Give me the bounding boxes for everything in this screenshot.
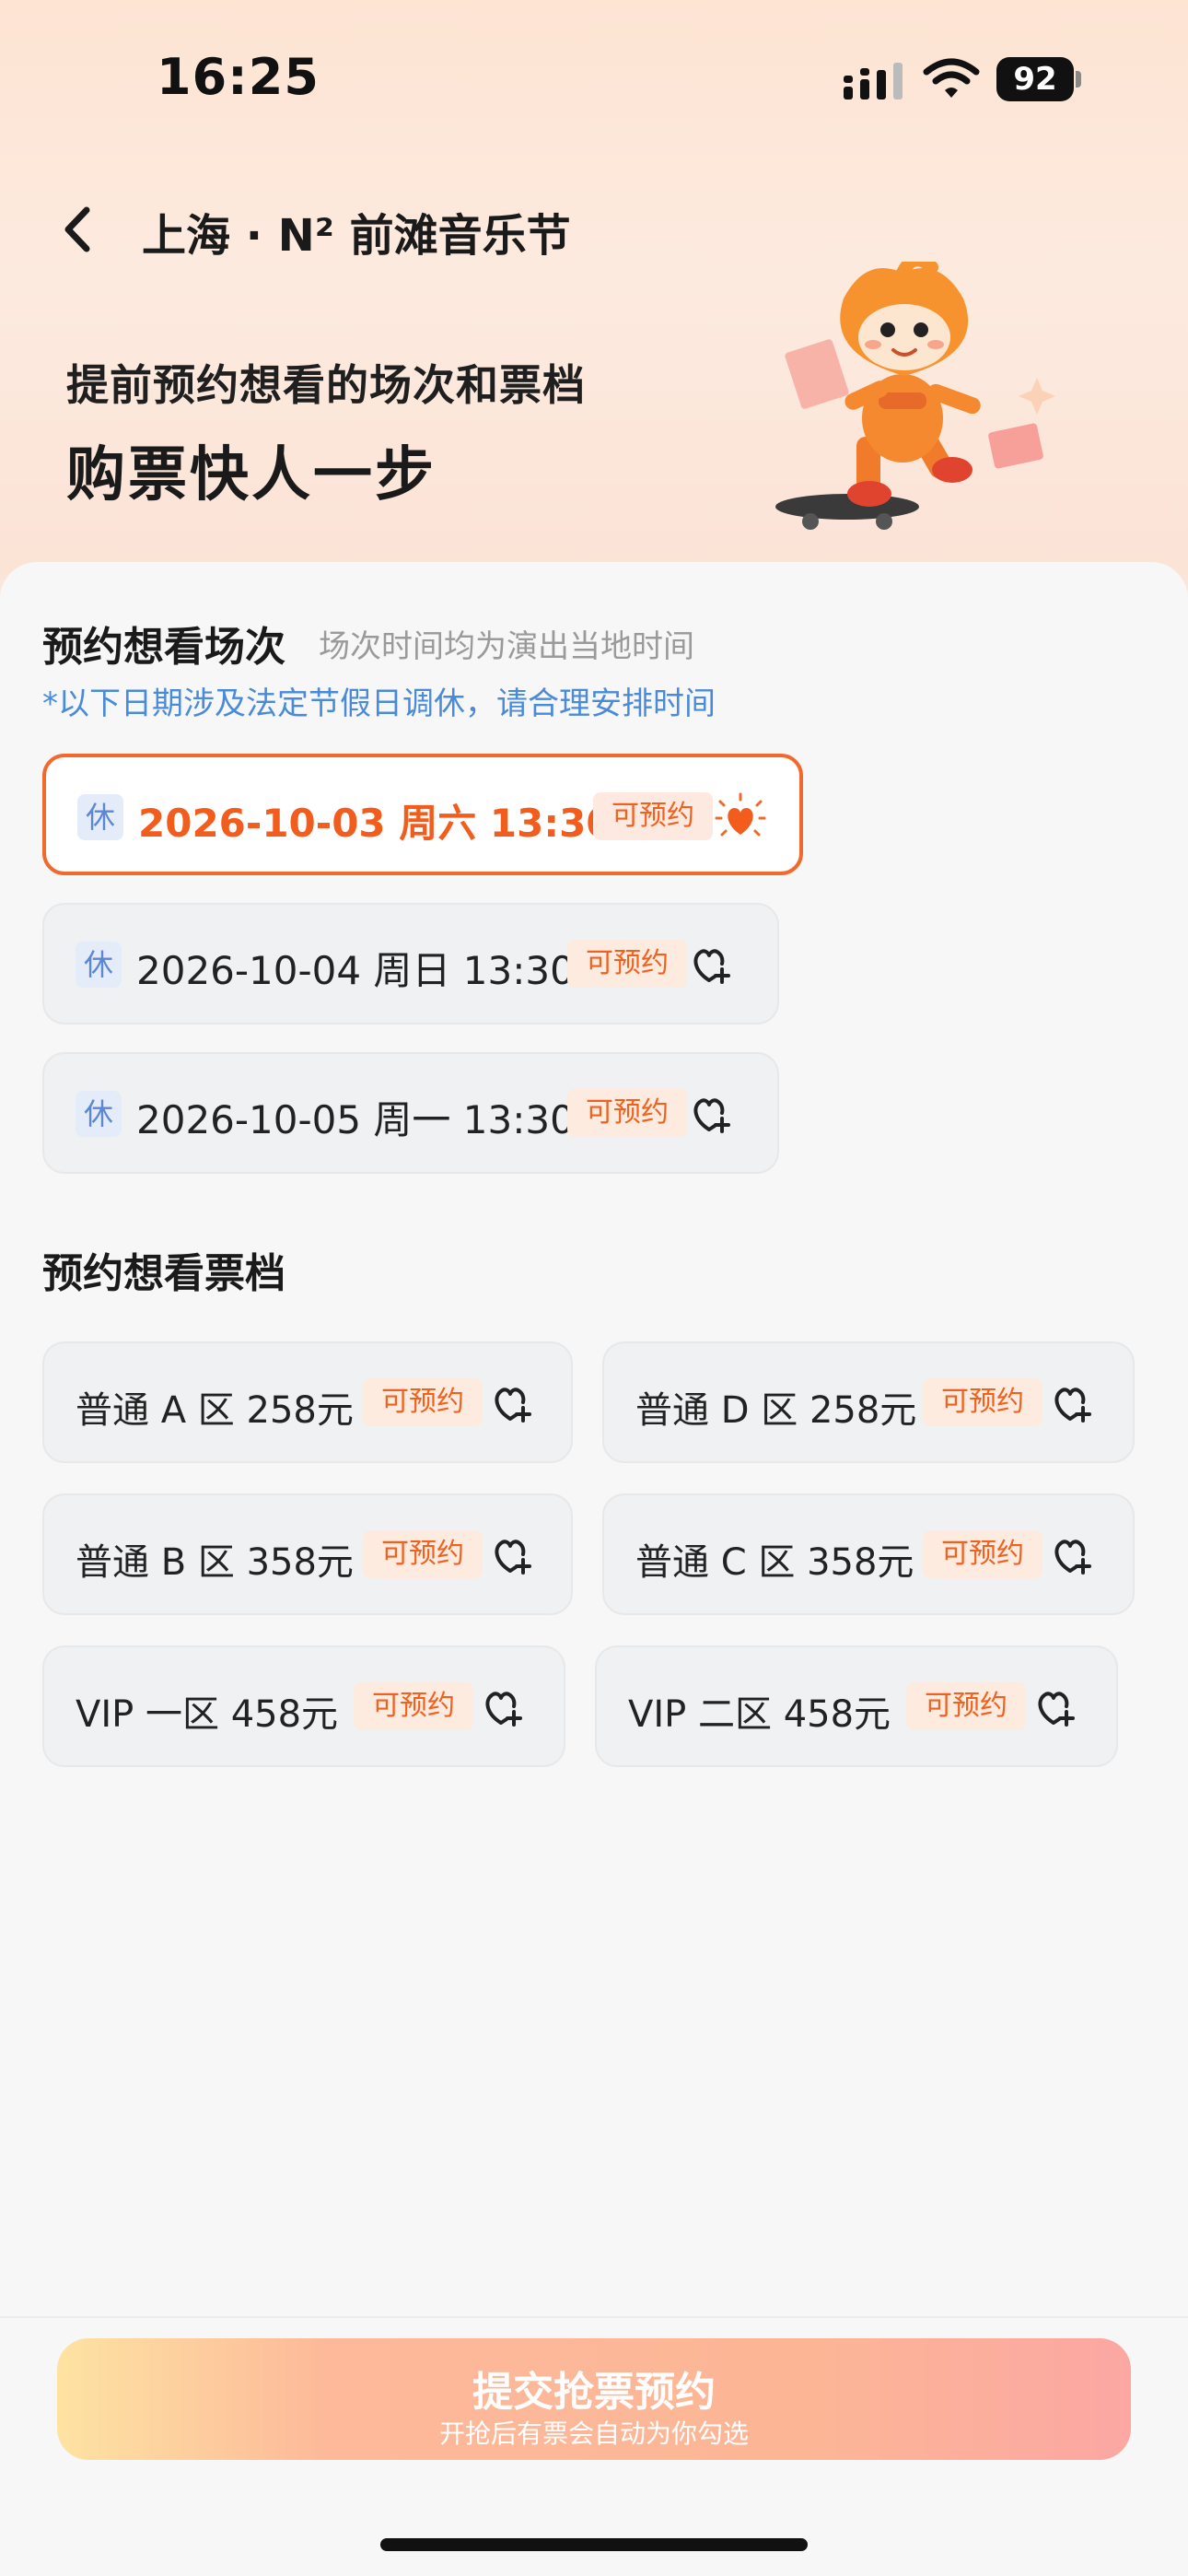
tier-option-d[interactable]: 普通 D 区 258元 可预约: [602, 1341, 1135, 1463]
tiers-section-title: 预约想看票档: [42, 1250, 285, 1297]
tier-label: 普通 A 区 258元: [76, 1389, 354, 1432]
tier-label: VIP 二区 458元: [628, 1693, 891, 1736]
sessions-section-title: 预约想看场次: [42, 624, 285, 671]
tier-option-vip-1[interactable]: VIP 一区 458元 可预约: [42, 1645, 565, 1767]
mascot-illustration: [775, 262, 1055, 530]
session-label: 2026-10-03 周六 13:30: [138, 801, 613, 846]
holiday-badge: 休: [76, 942, 122, 988]
available-tag: 可预约: [923, 1378, 1042, 1426]
heart-plus-icon[interactable]: [488, 1532, 532, 1576]
status-bar: 16:25 92: [0, 0, 1188, 157]
chevron-left-icon[interactable]: [53, 197, 109, 262]
session-option-2026-10-03[interactable]: 休 2026-10-03 周六 13:30 可预约: [42, 754, 803, 875]
submit-reservation-button[interactable]: 提交抢票预约 开抢后有票会自动为你勾选: [57, 2338, 1131, 2460]
available-tag: 可预约: [567, 940, 687, 988]
available-tag: 可预约: [363, 1378, 483, 1426]
reservation-card: 预约想看场次 场次时间均为演出当地时间 *以下日期涉及法定节假日调休，请合理安排…: [0, 562, 1188, 2576]
cellular-signal-icon: [844, 63, 903, 100]
heart-plus-icon[interactable]: [1048, 1532, 1092, 1576]
available-tag: 可预约: [363, 1530, 483, 1578]
tier-option-a[interactable]: 普通 A 区 258元 可预约: [42, 1341, 573, 1463]
home-indicator: [380, 2538, 808, 2551]
available-tag: 可预约: [354, 1682, 473, 1730]
tier-option-b[interactable]: 普通 B 区 358元 可预约: [42, 1493, 573, 1615]
holiday-badge: 休: [76, 1091, 122, 1137]
heart-plus-icon[interactable]: [687, 1091, 731, 1135]
heart-plus-icon[interactable]: [687, 942, 731, 986]
submit-button-label: 提交抢票预约: [472, 2369, 716, 2416]
available-tag: 可预约: [906, 1682, 1026, 1730]
heart-plus-icon[interactable]: [1048, 1380, 1092, 1424]
tier-option-c[interactable]: 普通 C 区 358元 可预约: [602, 1493, 1135, 1615]
bottom-divider: [0, 2316, 1188, 2318]
session-option-2026-10-05[interactable]: 休 2026-10-05 周一 13:30 可预约: [42, 1052, 779, 1174]
session-option-2026-10-04[interactable]: 休 2026-10-04 周日 13:30 可预约: [42, 903, 779, 1025]
available-tag: 可预约: [923, 1530, 1042, 1578]
tier-label: VIP 一区 458元: [76, 1693, 339, 1736]
tier-label: 普通 B 区 358元: [76, 1541, 354, 1584]
tier-label: 普通 D 区 258元: [635, 1389, 917, 1432]
tier-label: 普通 C 区 358元: [635, 1541, 914, 1584]
tier-option-vip-2[interactable]: VIP 二区 458元 可预约: [595, 1645, 1118, 1767]
holiday-notice: *以下日期涉及法定节假日调休，请合理安排时间: [42, 685, 716, 722]
heart-filled-icon[interactable]: [715, 792, 766, 844]
heart-plus-icon[interactable]: [479, 1684, 523, 1728]
available-tag: 可预约: [567, 1089, 687, 1137]
status-time: 16:25: [157, 48, 320, 106]
battery-level: 92: [996, 57, 1074, 101]
available-tag: 可预约: [593, 792, 713, 840]
session-label: 2026-10-05 周一 13:30: [136, 1097, 575, 1142]
battery-indicator: 92: [996, 57, 1081, 101]
submit-button-sublabel: 开抢后有票会自动为你勾选: [438, 2418, 749, 2449]
sessions-section-subtitle: 场次时间均为演出当地时间: [319, 628, 694, 665]
session-label: 2026-10-04 周日 13:30: [136, 948, 575, 993]
hero-headline: 提前预约想看的场次和票档: [66, 360, 586, 410]
battery-cap: [1076, 71, 1081, 88]
heart-plus-icon[interactable]: [1031, 1684, 1076, 1728]
page-title: 上海 · N² 前滩音乐节: [142, 210, 571, 262]
heart-plus-icon[interactable]: [488, 1380, 532, 1424]
holiday-badge: 休: [77, 794, 123, 840]
hero-tagline: 购票快人一步: [66, 441, 437, 509]
wifi-icon: [923, 58, 980, 98]
